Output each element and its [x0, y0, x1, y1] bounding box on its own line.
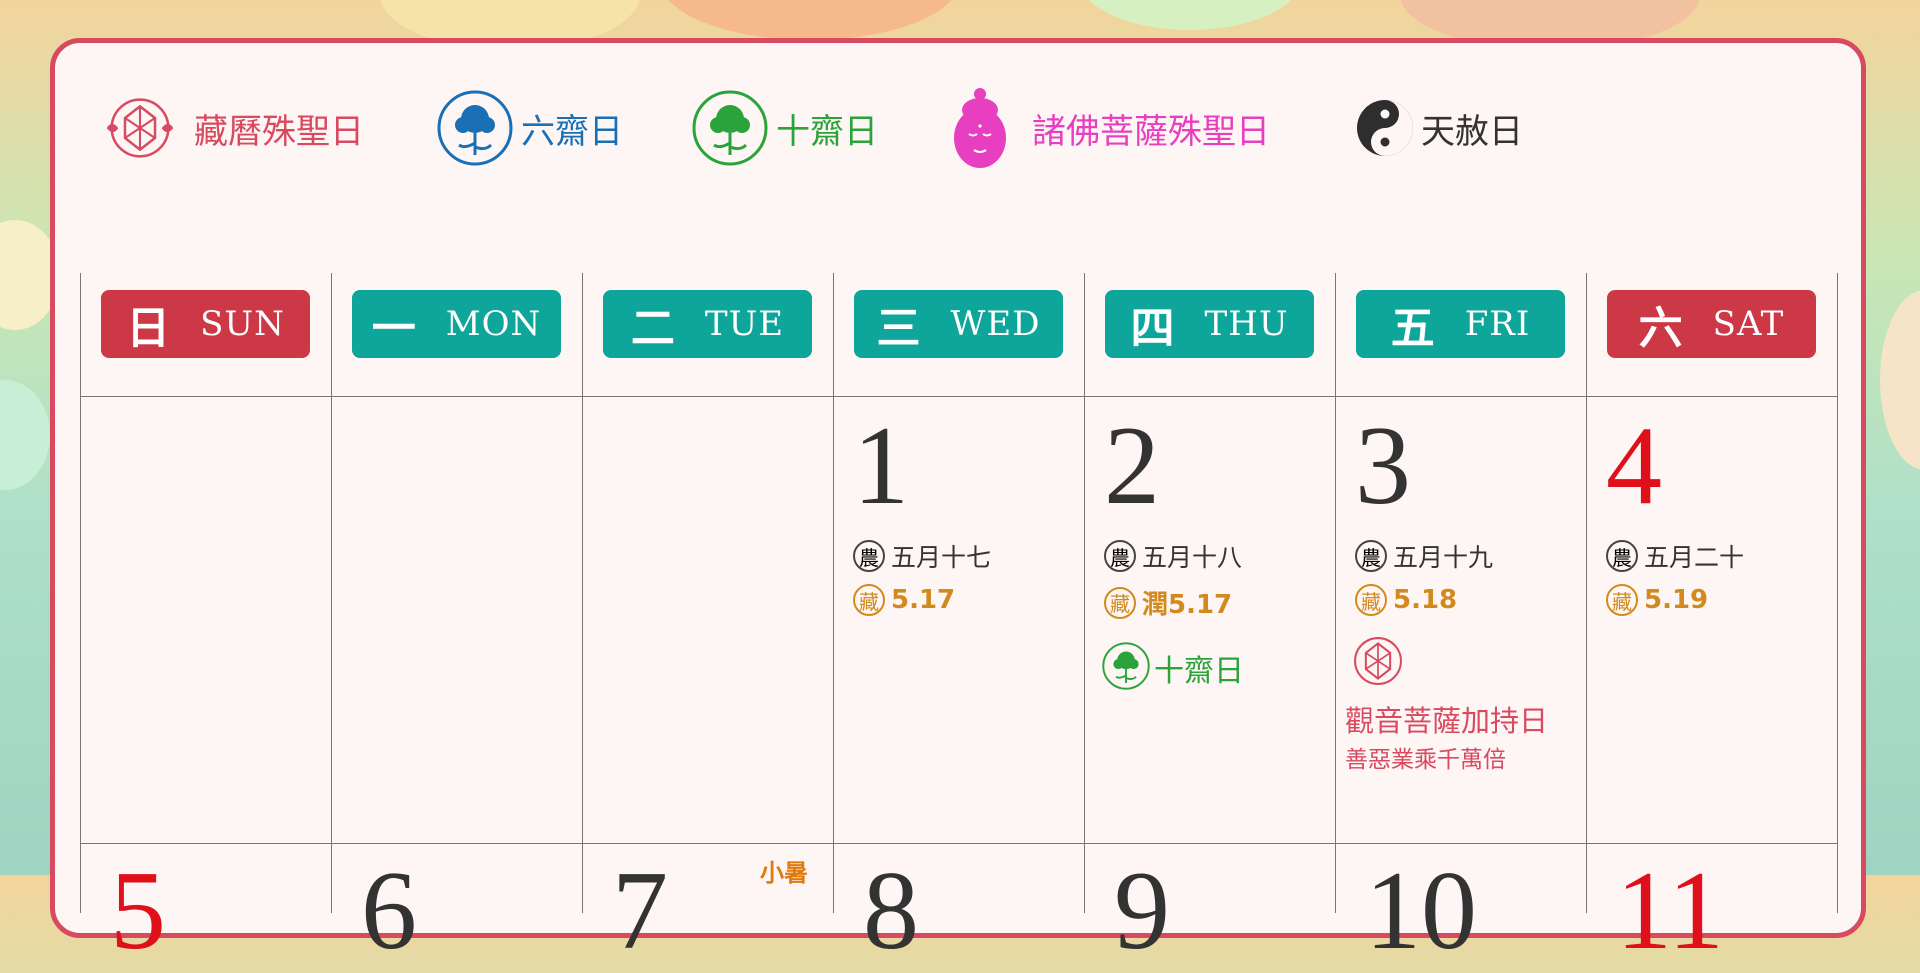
day-number-11[interactable]: 11: [1616, 851, 1724, 971]
day-number: 1: [853, 404, 909, 528]
weekday-header-fri: 五 FRI: [1356, 290, 1565, 358]
lunar-text: 五月十八: [1142, 543, 1243, 572]
weekday-header-mon: 一 MON: [352, 290, 561, 358]
weekday-en: FRI: [1464, 304, 1531, 344]
weekday-header-tue: 二 TUE: [603, 290, 812, 358]
tibetan-mark: 藏: [853, 584, 885, 616]
weekday-zh: 六: [1638, 303, 1683, 354]
event-label: 十齋日: [1154, 654, 1244, 689]
legend-item-heavenly-pardon-day: 天赦日: [1355, 83, 1523, 173]
legend-label: 六齋日: [521, 111, 623, 152]
event-subtitle: 善惡業乘千萬倍: [1345, 747, 1506, 773]
day-number: 3: [1355, 404, 1411, 528]
green-lotus-icon: [1102, 641, 1150, 695]
day-number: 4: [1606, 404, 1662, 528]
day-number-9[interactable]: 9: [1114, 851, 1170, 971]
legend-item-buddhas-bodhisattvas-days: 諸佛菩薩殊聖日: [940, 83, 1270, 173]
weekday-zh: 二: [630, 303, 675, 354]
legend-label: 十齋日: [776, 111, 878, 152]
day-number-7[interactable]: 7: [612, 851, 668, 971]
tibetan-date: 藏 潤5.17: [1104, 584, 1232, 621]
weekday-zh: 四: [1130, 303, 1175, 354]
tibetan-mark: 藏: [1104, 586, 1136, 619]
tibetan-date: 藏 5.17: [853, 584, 955, 616]
weekday-header-sat: 六 SAT: [1607, 290, 1816, 358]
blue-lotus-icon: [435, 88, 515, 168]
legend-item-ten-fasting-days: 十齋日: [690, 83, 878, 173]
day-cell-4[interactable]: 4 農 五月二十 藏 5.19: [1586, 396, 1836, 836]
weekday-en: MON: [445, 304, 542, 344]
lunar-date: 農 五月二十: [1606, 538, 1744, 574]
tibetan-text: 5.17: [891, 585, 956, 615]
lunar-text: 五月二十: [1644, 543, 1745, 572]
tibetan-text: 5.19: [1644, 585, 1709, 615]
endless-knot-icon: [100, 88, 180, 168]
weekday-zh: 五: [1390, 303, 1435, 354]
weekday-en: SAT: [1712, 304, 1785, 344]
day-number-8[interactable]: 8: [863, 851, 919, 971]
day-number: 2: [1104, 404, 1160, 528]
tibetan-date: 藏 5.19: [1606, 584, 1708, 616]
lunar-date: 農 五月十九: [1355, 538, 1493, 574]
weekday-zh: 日: [126, 303, 171, 354]
tibetan-holy-day-event: 觀音菩薩加持日 善惡業乘千萬倍: [1345, 634, 1548, 774]
weekday-header-sun: 日 SUN: [101, 290, 310, 358]
solar-term-label: 小暑: [760, 858, 808, 887]
ten-fasting-day-event: 十齋日: [1102, 641, 1244, 695]
weekday-en: TUE: [704, 304, 785, 344]
day-cell-1[interactable]: 1 農 五月十七 藏 5.17: [833, 396, 1083, 836]
tibetan-mark: 藏: [1606, 584, 1638, 616]
yin-yang-icon: [1355, 88, 1415, 168]
tibetan-text: 5.18: [1393, 585, 1458, 615]
tibetan-mark: 藏: [1355, 584, 1387, 616]
lunar-mark: 農: [853, 540, 885, 572]
lunar-text: 五月十七: [891, 543, 992, 572]
lunar-text: 五月十九: [1393, 543, 1494, 572]
day-cell-3[interactable]: 3 農 五月十九 藏 5.18 觀音菩薩加持日 善惡業乘千萬倍: [1335, 396, 1585, 836]
weekday-header-wed: 三 WED: [854, 290, 1063, 358]
day-cell-2[interactable]: 2 農 五月十八 藏 潤5.17 十齋日: [1084, 396, 1334, 836]
tibetan-date: 藏 5.18: [1355, 584, 1457, 616]
lunar-mark: 農: [1355, 540, 1387, 572]
endless-knot-icon: [1345, 637, 1411, 692]
weekday-header-thu: 四 THU: [1105, 290, 1314, 358]
weekday-en: WED: [950, 304, 1041, 344]
legend-label: 天赦日: [1421, 111, 1523, 152]
legend-item-tibetan-holy-day: 藏曆殊聖日: [100, 83, 364, 173]
green-lotus-icon: [690, 88, 770, 168]
legend-label: 諸佛菩薩殊聖日: [1032, 111, 1270, 152]
lunar-date: 農 五月十八: [1104, 538, 1242, 574]
tibetan-text: 潤5.17: [1142, 590, 1233, 620]
weekday-zh: 三: [876, 303, 921, 354]
legend-label: 藏曆殊聖日: [194, 111, 364, 152]
lunar-mark: 農: [1104, 540, 1136, 572]
day-number-10[interactable]: 10: [1365, 851, 1477, 971]
lunar-date: 農 五月十七: [853, 538, 991, 574]
weekday-en: THU: [1204, 304, 1289, 344]
weekday-zh: 一: [371, 303, 416, 354]
lunar-mark: 農: [1606, 540, 1638, 572]
day-number-6[interactable]: 6: [361, 851, 417, 971]
legend-item-six-fasting-days: 六齋日: [435, 83, 623, 173]
event-title: 觀音菩薩加持日: [1345, 704, 1549, 738]
calendar-panel: 藏曆殊聖日 六齋日 十齋日 諸佛菩薩殊聖日 天赦日 日 SUN 一 MON 二 …: [50, 38, 1866, 971]
buddha-head-icon: [940, 88, 1020, 168]
weekday-en: SUN: [200, 304, 285, 344]
day-number-5[interactable]: 5: [110, 851, 166, 971]
